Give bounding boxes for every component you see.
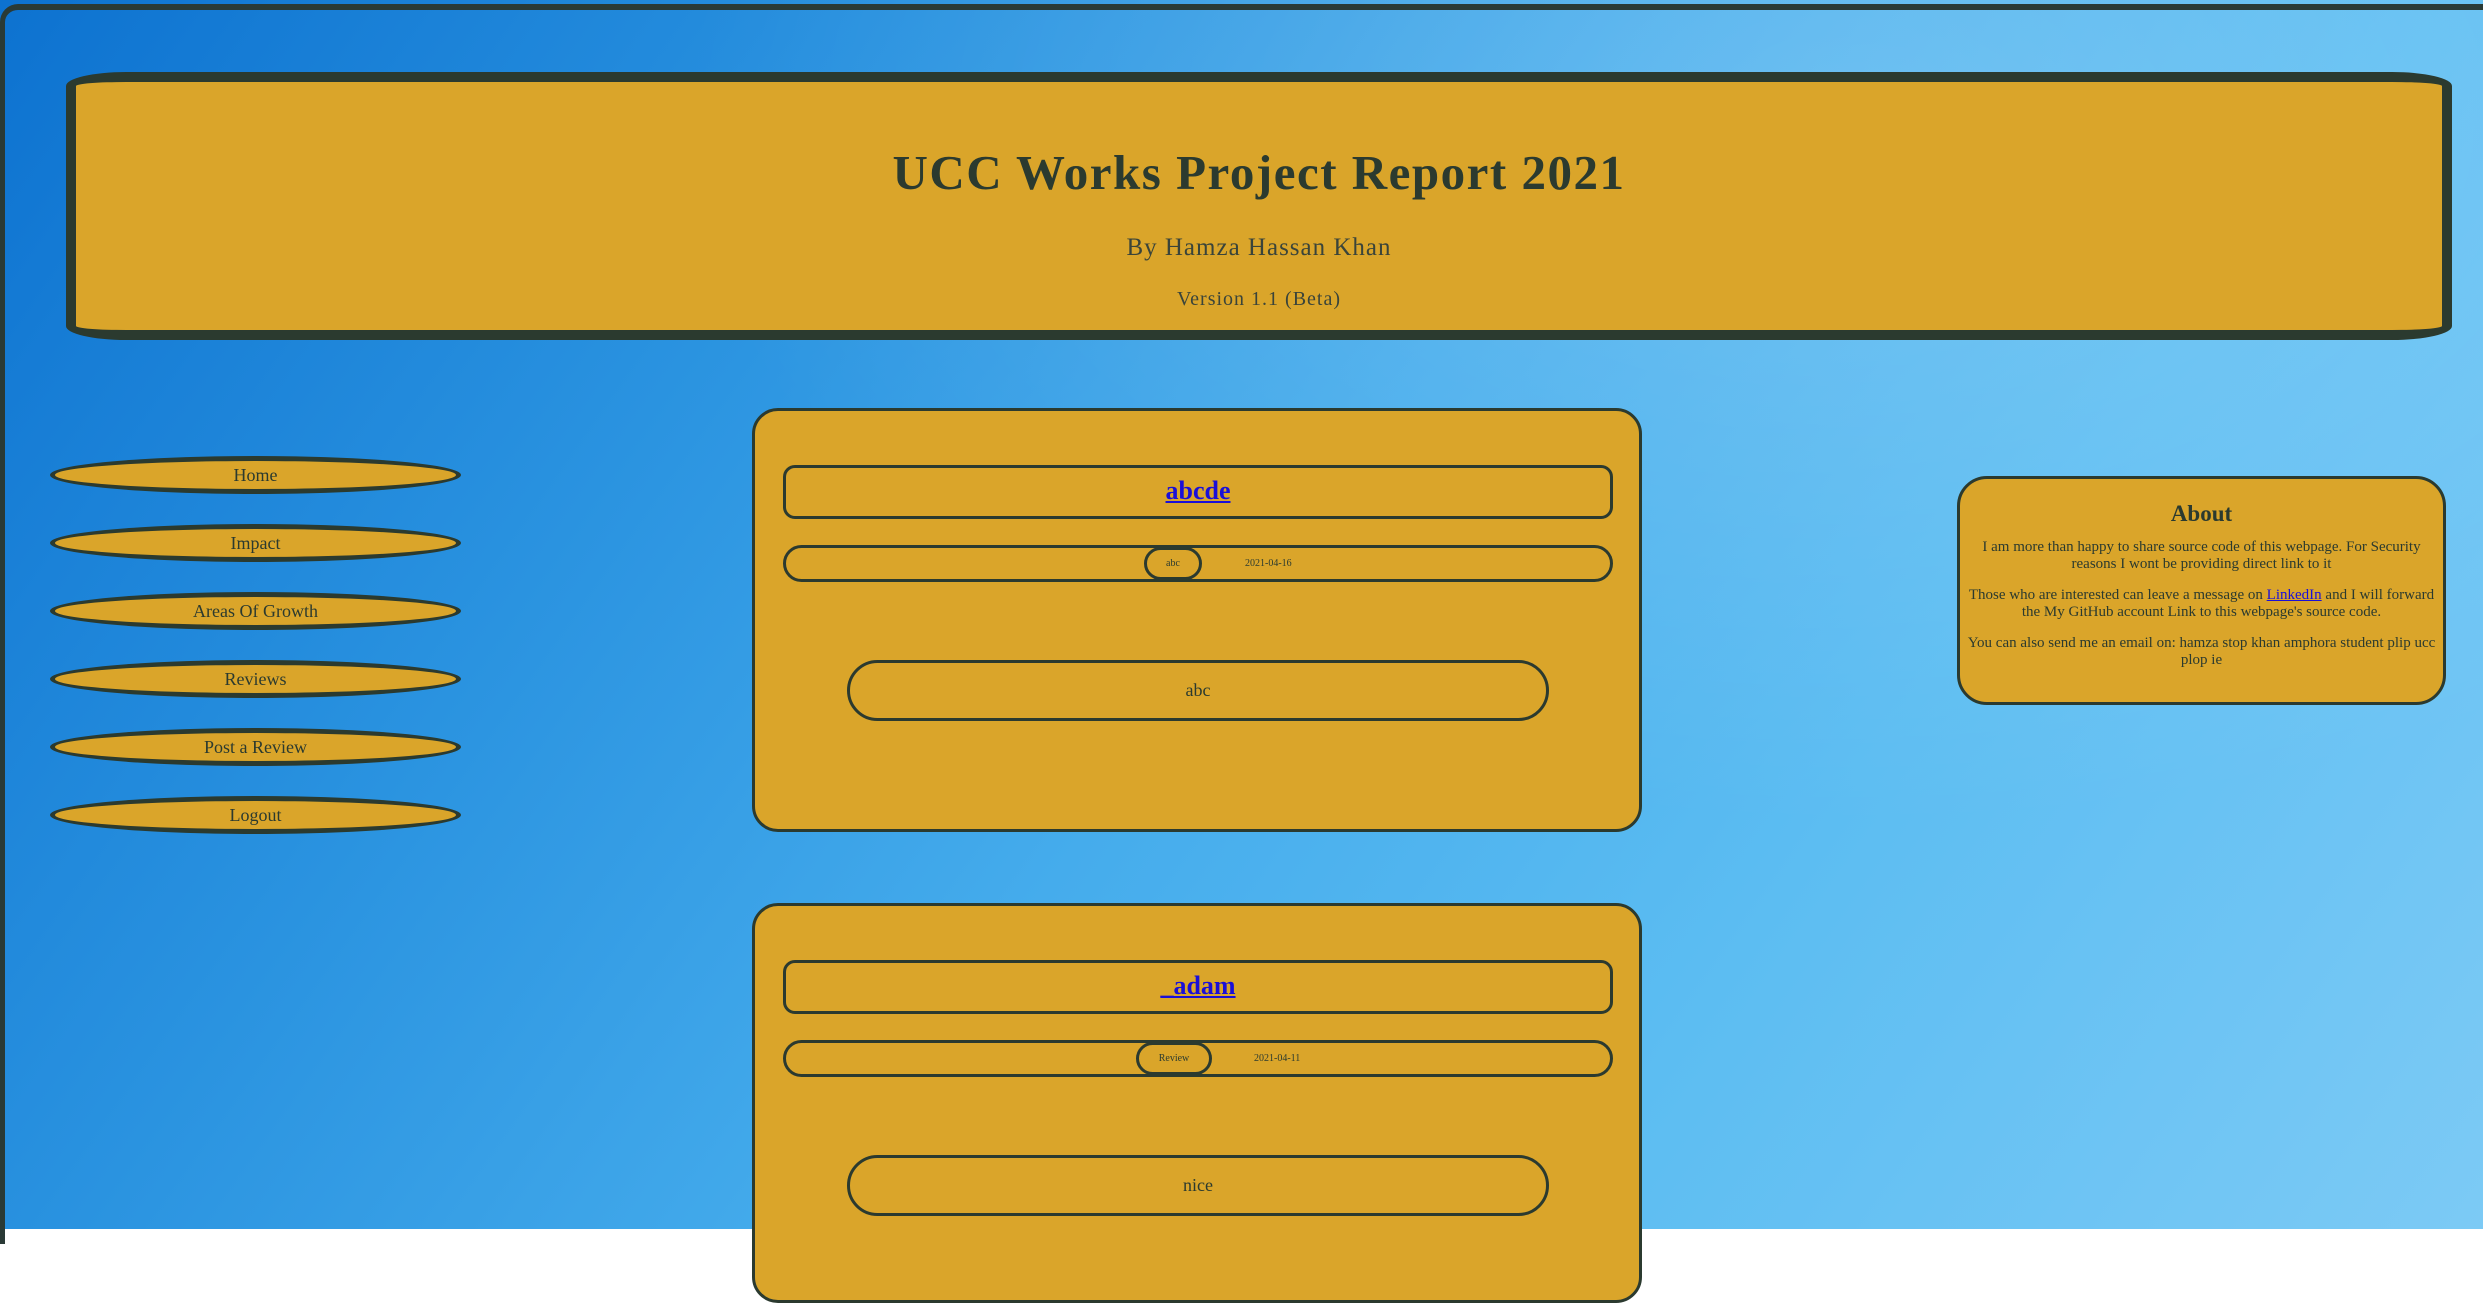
review-title-link[interactable]: abcde bbox=[1166, 476, 1231, 505]
review-body: abc bbox=[847, 660, 1549, 721]
review-title-box: abcde bbox=[783, 465, 1613, 519]
about-heading: About bbox=[2170, 501, 2233, 526]
about-paragraph-source: I am more than happy to share source cod… bbox=[1982, 539, 2421, 572]
about-paragraph-email: You can also send me an email on: hamza … bbox=[1967, 635, 2436, 668]
about-paragraph-contact: Those who are interested can leave a mes… bbox=[1966, 587, 2437, 621]
nav-button-logout[interactable]: Logout bbox=[50, 796, 461, 834]
review-date: 2021-04-16 bbox=[1245, 558, 1292, 569]
page-title: UCC Works Project Report 2021 bbox=[892, 145, 1626, 200]
review-meta-bar: abc 2021-04-16 bbox=[783, 545, 1613, 582]
desktop-background: UCC Works Project Report 2021 By Hamza H… bbox=[0, 0, 2483, 1303]
linkedin-link[interactable]: LinkedIn bbox=[2267, 587, 2322, 603]
review-body: nice bbox=[847, 1155, 1549, 1216]
nav-button-post-review[interactable]: Post a Review bbox=[50, 728, 461, 766]
review-card: _adam Review 2021-04-11 nice bbox=[752, 903, 1642, 1303]
about-text: Those who are interested can leave a mes… bbox=[1968, 587, 2267, 603]
nav-button-reviews[interactable]: Reviews bbox=[50, 660, 461, 698]
nav-button-impact[interactable]: Impact bbox=[50, 524, 461, 562]
review-title-link[interactable]: _adam bbox=[1160, 971, 1235, 1000]
review-tag-badge: abc bbox=[1144, 547, 1202, 580]
review-card: abcde abc 2021-04-16 abc bbox=[752, 408, 1642, 832]
review-date: 2021-04-11 bbox=[1254, 1053, 1301, 1064]
nav-button-home[interactable]: Home bbox=[50, 456, 461, 494]
version-line: Version 1.1 (Beta) bbox=[1176, 288, 1342, 310]
about-panel: About I am more than happy to share sour… bbox=[1957, 476, 2446, 705]
review-meta-bar: Review 2021-04-11 bbox=[783, 1040, 1613, 1077]
author-line: By Hamza Hassan Khan bbox=[1126, 234, 1392, 261]
page-header: UCC Works Project Report 2021 By Hamza H… bbox=[66, 72, 2452, 340]
nav-button-areas-of-growth[interactable]: Areas Of Growth bbox=[50, 592, 461, 630]
review-tag-badge: Review bbox=[1136, 1042, 1212, 1075]
review-title-box: _adam bbox=[783, 960, 1613, 1014]
